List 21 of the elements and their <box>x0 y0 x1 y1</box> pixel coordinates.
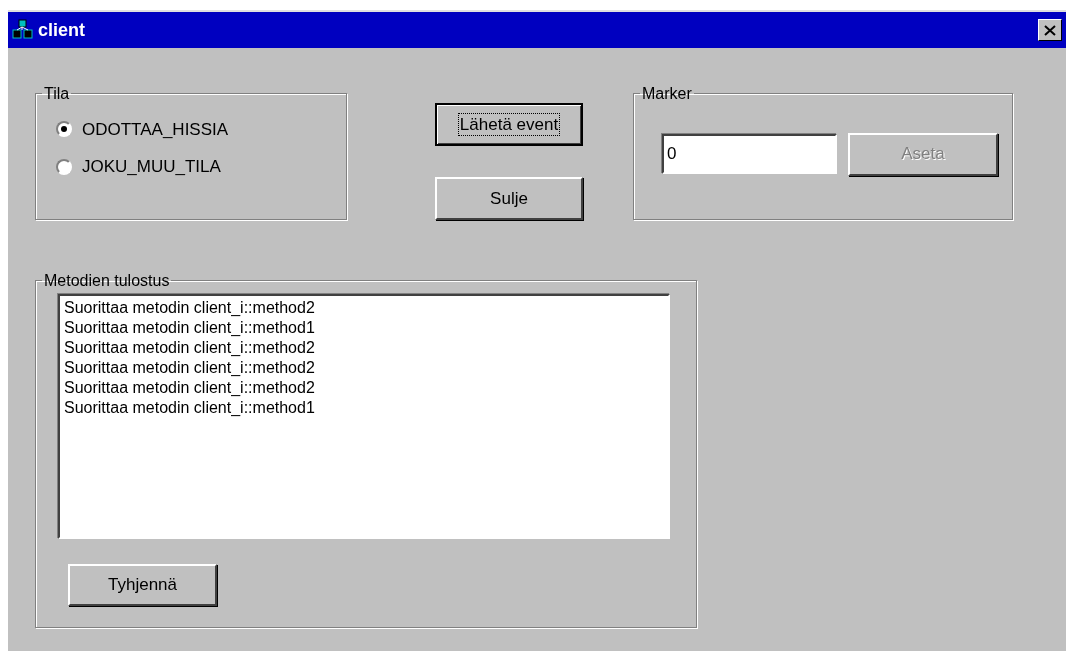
group-label: Marker <box>641 85 693 103</box>
close-button[interactable] <box>1038 19 1062 41</box>
cubes-icon <box>12 19 34 41</box>
window-title: client <box>38 18 85 42</box>
group-label: Tila <box>43 85 71 103</box>
group-label: Metodien tulostus <box>43 272 171 290</box>
output-line: Suorittaa metodin client_i::method2 <box>64 297 316 318</box>
output-line: Suorittaa metodin client_i::method1 <box>64 397 316 418</box>
radio-label[interactable]: JOKU_MUU_TILA <box>82 154 221 180</box>
clear-button[interactable]: Tyhjennä <box>68 563 217 606</box>
close-dialog-button[interactable]: Sulje <box>435 177 583 220</box>
close-icon <box>1044 24 1056 36</box>
output-line: Suorittaa metodin client_i::method2 <box>64 377 316 398</box>
output-line: Suorittaa metodin client_i::method2 <box>64 357 316 378</box>
output-line: Suorittaa metodin client_i::method2 <box>64 337 316 358</box>
send-button[interactable]: Lähetä event <box>435 103 583 146</box>
marker-input[interactable]: 0 <box>662 134 837 175</box>
radio-button[interactable] <box>56 158 72 175</box>
radio-label[interactable]: ODOTTAA_HISSIA <box>82 116 229 143</box>
output-line: Suorittaa metodin client_i::method1 <box>64 317 316 338</box>
radio-button[interactable] <box>56 121 72 138</box>
